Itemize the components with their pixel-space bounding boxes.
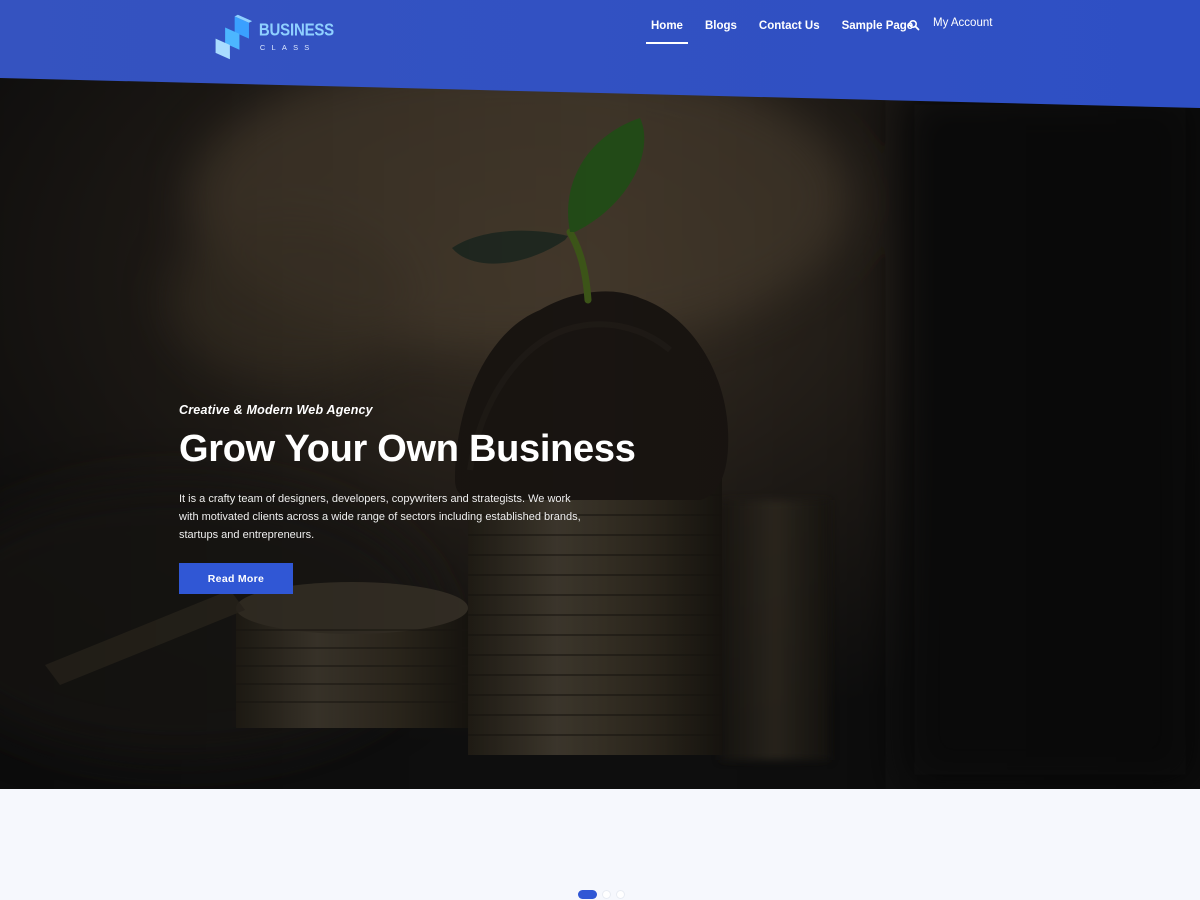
nav-item-blogs[interactable]: Blogs (694, 0, 748, 44)
read-more-button[interactable]: Read More (179, 563, 293, 594)
hero-tagline: Creative & Modern Web Agency (179, 403, 373, 417)
nav-item-home[interactable]: Home (640, 0, 694, 44)
hero-description: It is a crafty team of designers, develo… (179, 493, 581, 541)
slider-dot[interactable] (602, 890, 611, 899)
slider-dot[interactable] (578, 890, 597, 899)
hero-slider: Creative & Modern Web Agency Grow Your O… (0, 0, 1200, 789)
my-account-link[interactable]: My Account (933, 17, 992, 29)
main-nav: Home Blogs Contact Us Sample Page (640, 0, 924, 60)
hero-content: Creative & Modern Web Agency Grow Your O… (179, 403, 636, 594)
logo-name: BUSINESS (258, 20, 334, 41)
page: Creative & Modern Web Agency Grow Your O… (0, 0, 1200, 900)
brand-logo[interactable]: BUSINESS CLASS (214, 8, 334, 66)
hero-background-image (0, 0, 1200, 789)
nav-item-contact-us[interactable]: Contact Us (748, 0, 831, 44)
logo-subtitle: CLASS (259, 42, 316, 52)
site-header: BUSINESS CLASS Home Blogs Contact Us Sam… (0, 0, 1200, 110)
slider-dot[interactable] (616, 890, 625, 899)
logo-text: BUSINESS CLASS (258, 20, 334, 52)
slider-pagination (578, 890, 625, 899)
logo-mark-icon (215, 14, 253, 60)
hero-title: Grow Your Own Business (179, 428, 636, 470)
search-icon[interactable] (908, 19, 920, 31)
header-background (0, 0, 1200, 108)
